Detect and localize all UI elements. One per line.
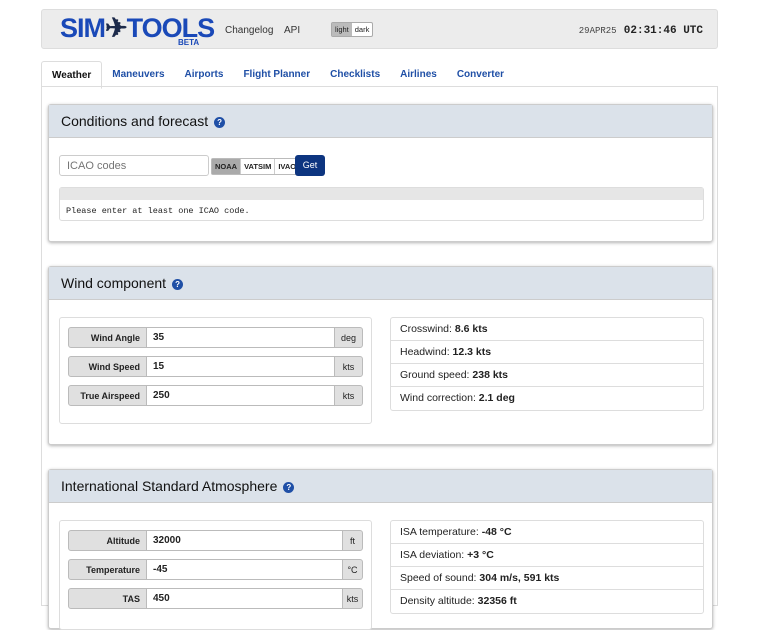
altitude-field: Altitude 32000 ft (68, 530, 363, 551)
result-item: Crosswind: 8.6 kts (391, 318, 703, 341)
icao-input[interactable] (59, 155, 209, 176)
wind-results: Crosswind: 8.6 kts Headwind: 12.3 kts Gr… (390, 317, 704, 411)
result-item: Speed of sound: 304 m/s, 591 kts (391, 567, 703, 590)
field-unit: ft (342, 531, 362, 550)
get-button[interactable]: Get (295, 155, 325, 176)
field-unit: kts (342, 589, 362, 608)
source-selector: NOAA VATSIM IVAO (211, 158, 302, 175)
output-panel: Please enter at least one ICAO code. (59, 187, 704, 221)
field-label: Temperature (69, 560, 147, 579)
theme-toggle: light dark (331, 22, 374, 37)
tab-flight-planner[interactable]: Flight Planner (233, 61, 320, 89)
field-label: True Airspeed (69, 386, 147, 405)
wind-inputs: Wind Angle 35 deg Wind Speed 15 kts True Air… (59, 317, 372, 424)
result-item: ISA deviation: +3 °C (391, 544, 703, 567)
result-item: Headwind: 12.3 kts (391, 341, 703, 364)
result-item: Density altitude: 32356 ft (400, 595, 517, 607)
tas-input[interactable]: 450 (147, 589, 342, 608)
source-vatsim[interactable]: VATSIM (241, 159, 276, 174)
wind-card: Wind component? Wind Angle 35 deg Wind Spe… (48, 266, 713, 445)
utc-clock: 29APR25 02:31:46 UTC (579, 23, 703, 37)
source-noaa[interactable]: NOAA (212, 159, 242, 174)
card-header: International Standard Atmosphere? (49, 470, 712, 503)
tab-airports[interactable]: Airports (175, 61, 234, 89)
tab-airlines[interactable]: Airlines (390, 61, 447, 89)
field-label: Altitude (69, 531, 147, 550)
card-title: International Standard Atmosphere (61, 478, 278, 494)
changelog-link[interactable]: Changelog (225, 25, 273, 36)
field-label: Wind Speed (69, 357, 147, 376)
wind-angle-input[interactable]: 35 (147, 328, 334, 347)
result-item: Ground speed: 238 kts (391, 364, 703, 387)
wind-angle-field: Wind Angle 35 deg (68, 327, 363, 348)
field-unit: kts (334, 386, 362, 405)
output-message: Please enter at least one ICAO code. (66, 206, 250, 216)
api-link[interactable]: API (284, 25, 300, 36)
card-header: Wind component? (49, 267, 712, 300)
field-unit: °C (342, 560, 362, 579)
tab-weather[interactable]: Weather (41, 61, 103, 89)
temperature-field: Temperature -45 °C (68, 559, 363, 580)
tas-field: TAS 450 kts (68, 588, 363, 609)
field-unit: kts (334, 357, 362, 376)
tab-maneuvers[interactable]: Maneuvers (102, 61, 174, 89)
logo-text: TOOLS (126, 13, 216, 43)
theme-dark-button[interactable]: dark (352, 23, 373, 36)
true-airspeed-input[interactable]: 250 (147, 386, 334, 405)
card-header: Conditions and forecast? (49, 105, 712, 138)
card-title: Conditions and forecast (61, 113, 209, 129)
field-label: TAS (69, 589, 147, 608)
theme-light-button[interactable]: light (332, 23, 352, 36)
clock-time: 02:31:46 UTC (623, 25, 703, 37)
tab-converter[interactable]: Converter (447, 61, 514, 89)
isa-card: International Standard Atmosphere? Altit… (48, 469, 713, 630)
tab-checklists[interactable]: Checklists (320, 61, 390, 89)
isa-inputs: Altitude 32000 ft Temperature -45 °C TAS 450 k… (59, 520, 372, 630)
field-unit: deg (334, 328, 362, 347)
top-header: SIM✈TOOLS BETA Changelog API light dark … (41, 9, 718, 49)
wind-speed-input[interactable]: 15 (147, 357, 334, 376)
wind-speed-field: Wind Speed 15 kts (68, 356, 363, 377)
altitude-input[interactable]: 32000 (147, 531, 342, 550)
help-icon[interactable]: ? (214, 117, 226, 128)
card-title: Wind component (61, 275, 167, 291)
temperature-input[interactable]: -45 (147, 560, 342, 579)
true-airspeed-field: True Airspeed 250 kts (68, 385, 363, 406)
plane-icon: ✈ (105, 13, 128, 43)
beta-badge: BETA (178, 38, 200, 47)
clock-date: 29APR25 (578, 26, 617, 36)
field-label: Wind Angle (69, 328, 147, 347)
result-item: ISA temperature: -48 °C (391, 521, 703, 544)
result-item: Wind correction: 2.1 deg (400, 392, 515, 404)
help-icon[interactable]: ? (283, 482, 295, 493)
logo-text: SIM (60, 13, 106, 43)
help-icon[interactable]: ? (172, 279, 184, 290)
conditions-card: Conditions and forecast? NOAA VATSIM IVA… (48, 104, 713, 242)
main-tabs: Weather Maneuvers Airports Flight Planne… (41, 61, 514, 89)
